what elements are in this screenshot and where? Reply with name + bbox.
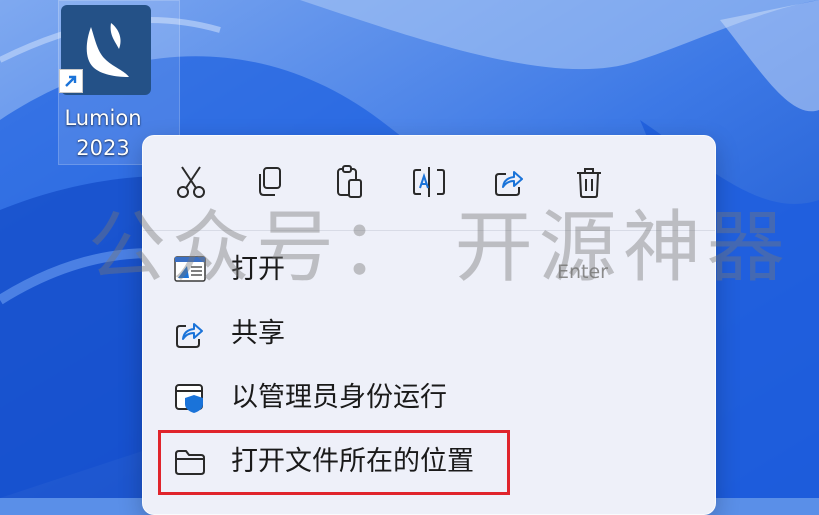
rename-icon: [411, 165, 447, 203]
menu-item-open-label: 打开: [231, 254, 285, 285]
clipboard-icon: [333, 164, 365, 204]
highlight-annotation-box: [158, 430, 510, 495]
shortcut-arrow-icon: [59, 69, 83, 93]
share-icon: [492, 165, 526, 203]
menu-item-share-label: 共享: [231, 318, 285, 349]
app-window-icon: [173, 254, 207, 286]
trash-icon: [573, 165, 605, 203]
menu-item-share[interactable]: 共享: [147, 304, 713, 364]
menu-item-open-shortcut: Enter: [557, 261, 608, 283]
admin-shield-icon: [173, 382, 207, 414]
share-button[interactable]: [489, 164, 529, 204]
menu-divider: [143, 230, 715, 231]
desktop-icon-label-line1: Lumion: [64, 106, 142, 130]
copy-button[interactable]: [249, 164, 289, 204]
share-icon: [173, 318, 207, 350]
context-menu-quick-actions: [143, 136, 715, 230]
paste-button[interactable]: [329, 164, 369, 204]
cut-button[interactable]: [171, 164, 211, 204]
desktop-icon-label: Lumion 2023: [53, 103, 153, 163]
copy-icon: [253, 165, 285, 203]
delete-button[interactable]: [569, 164, 609, 204]
menu-item-run-as-admin[interactable]: 以管理员身份运行: [147, 368, 713, 428]
rename-button[interactable]: [409, 164, 449, 204]
menu-item-run-as-admin-label: 以管理员身份运行: [231, 382, 447, 413]
menu-item-open[interactable]: 打开 Enter: [147, 240, 713, 300]
desktop-icon-label-line2: 2023: [76, 136, 130, 160]
scissors-icon: [175, 164, 207, 204]
